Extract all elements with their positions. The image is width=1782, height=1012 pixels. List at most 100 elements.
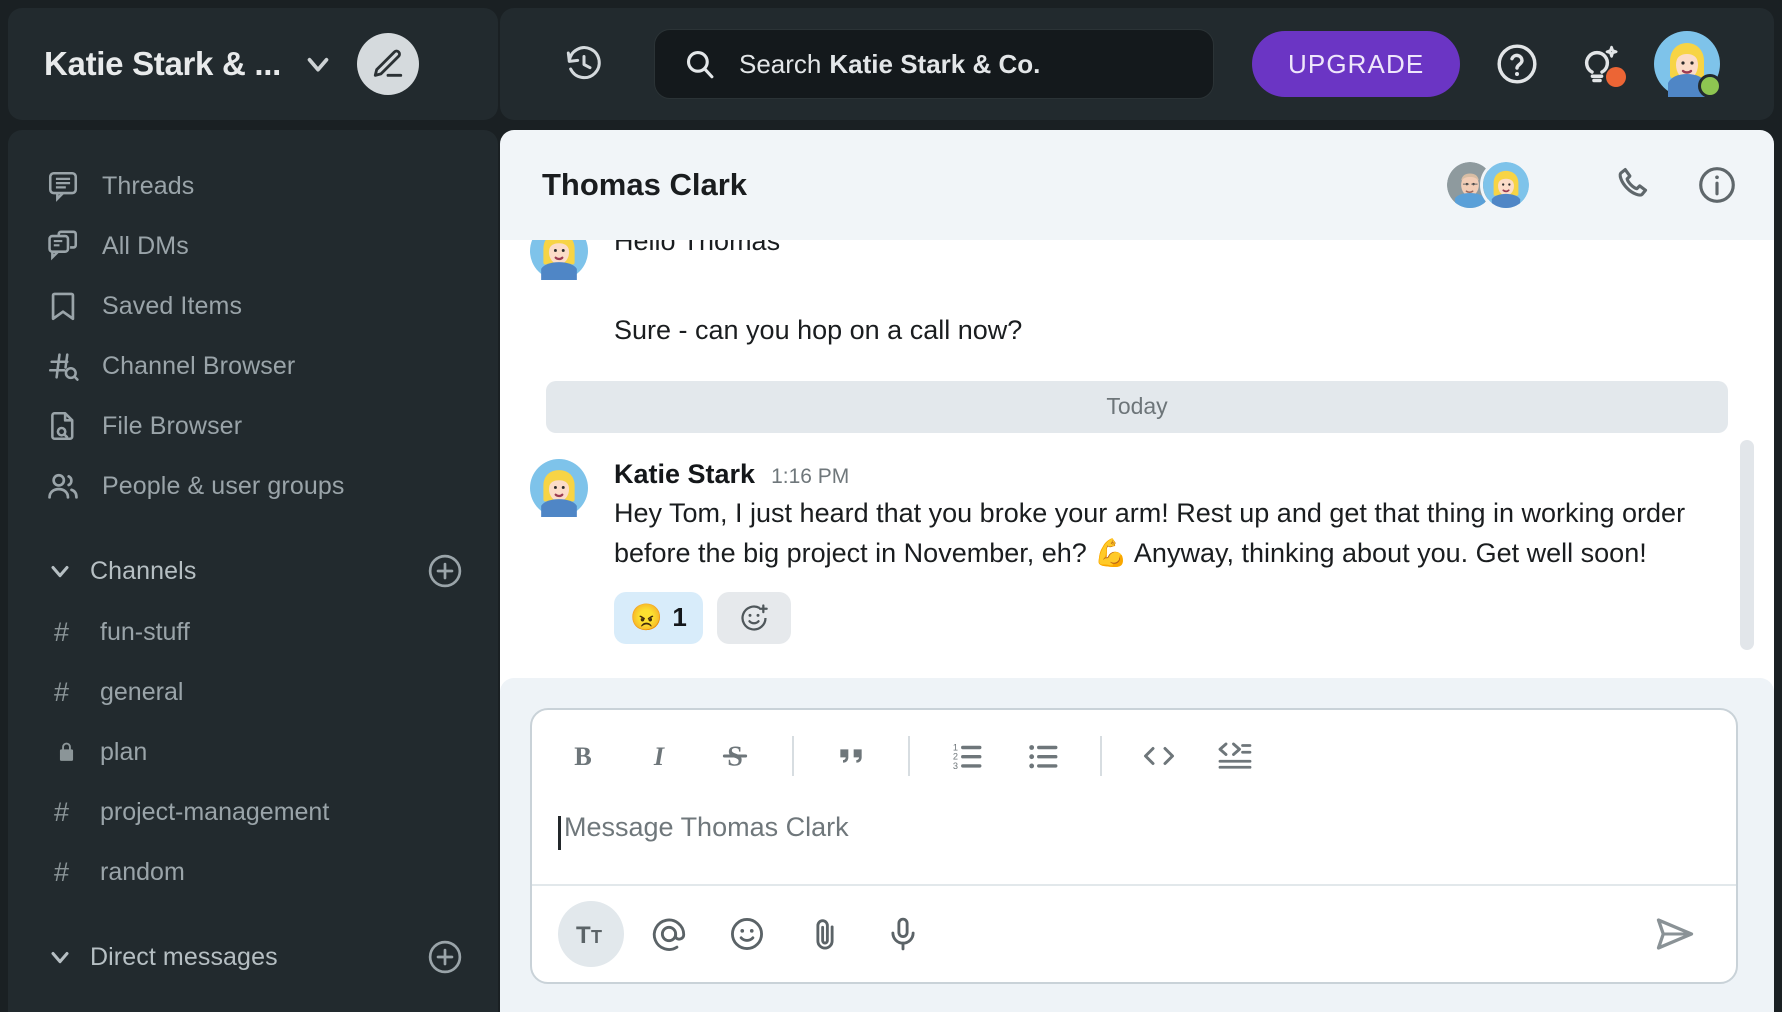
pencil-icon[interactable] <box>357 33 419 95</box>
channels-section-header[interactable]: Channels <box>8 540 498 602</box>
channel-browser-icon <box>46 349 88 383</box>
chevron-down-icon[interactable] <box>46 557 74 585</box>
reaction-chip[interactable]: 😠 1 <box>614 591 703 644</box>
message-item[interactable]: Katie Stark 1:16 PM Hey Tom, I just hear… <box>500 458 1774 644</box>
channel-name: project-management <box>100 797 330 826</box>
date-divider: Today <box>546 380 1728 433</box>
add-dm-button[interactable] <box>426 938 464 976</box>
help-circle-icon[interactable] <box>1494 41 1540 87</box>
sidebar-item-label: Channel Browser <box>102 351 296 380</box>
katie-avatar <box>530 240 588 280</box>
sidebar-item-channel-browser[interactable]: Channel Browser <box>8 336 498 396</box>
sidebar-item-label: File Browser <box>102 411 243 440</box>
message-item[interactable]: Sure - can you hop on a call now? <box>500 311 1774 351</box>
channel-item-fun-stuff[interactable]: # fun-stuff <box>8 602 498 662</box>
chevron-down-icon[interactable] <box>301 47 335 81</box>
upgrade-button[interactable]: UPGRADE <box>1252 31 1461 97</box>
sidebar-item-label: Saved Items <box>102 291 243 320</box>
svg-text:I: I <box>653 742 665 771</box>
bullet-list-icon[interactable] <box>1018 731 1068 781</box>
reaction-count: 1 <box>672 602 687 633</box>
message-composer[interactable]: B I S 123 <box>530 708 1738 984</box>
katie-avatar <box>530 458 588 517</box>
lightbulb-sparkle-icon[interactable] <box>1574 41 1627 87</box>
blockquote-icon[interactable] <box>826 731 876 781</box>
hash-icon: # <box>54 616 70 647</box>
avatar[interactable] <box>1654 31 1723 98</box>
channel-item-project-management[interactable]: # project-management <box>8 782 498 842</box>
channel-name: random <box>100 857 185 886</box>
reaction-bar: 😠 1 <box>614 591 1734 644</box>
avatar-spacer <box>530 311 592 351</box>
code-block-icon[interactable] <box>1210 731 1260 781</box>
channel-item-general[interactable]: # general <box>8 662 498 722</box>
left-column: Katie Stark & ... Threads All DMs Saved … <box>0 0 500 1012</box>
toolbar-divider <box>908 736 910 776</box>
sidebar-item-all-dms[interactable]: All DMs <box>8 216 498 276</box>
sidebar-item-saved-items[interactable]: Saved Items <box>8 276 498 336</box>
avatar <box>530 240 592 285</box>
people-icon <box>46 469 88 503</box>
channel-name: plan <box>100 737 148 766</box>
message-body: Hello Thomas <box>592 240 1734 285</box>
search-icon <box>683 47 717 81</box>
workspace-name: Katie Stark & ... <box>44 45 281 82</box>
search-input[interactable]: Search Katie Stark & Co. <box>654 29 1214 99</box>
hash-icon: # <box>54 676 70 707</box>
sidebar-item-people-user-groups[interactable]: People & user groups <box>8 456 498 516</box>
info-circle-icon[interactable] <box>1696 164 1738 206</box>
svg-text:B: B <box>574 742 592 771</box>
mention-icon[interactable] <box>636 901 702 967</box>
ai-notification-badge <box>1606 67 1627 87</box>
dm-section-title: Direct messages <box>90 942 278 971</box>
italic-icon[interactable]: I <box>634 731 684 781</box>
message-item[interactable]: Hello Thomas <box>500 240 1774 285</box>
search-placeholder: Search Katie Stark & Co. <box>739 48 1041 79</box>
message-input[interactable]: Message Thomas Clark <box>532 802 1736 884</box>
microphone-icon[interactable] <box>870 901 936 967</box>
conversation-header: Thomas Clark <box>500 130 1774 240</box>
channel-item-plan[interactable]: plan <box>8 722 498 782</box>
message-body: Sure - can you hop on a call now? <box>592 311 1734 351</box>
scrollbar[interactable] <box>1740 440 1754 650</box>
sidebar-item-label: All DMs <box>102 231 189 260</box>
message-body: Katie Stark 1:16 PM Hey Tom, I just hear… <box>592 459 1734 644</box>
message-text: Sure - can you hop on a call now? <box>614 315 1023 345</box>
all-dms-icon <box>46 229 88 263</box>
text-cursor <box>558 816 561 850</box>
phone-icon[interactable] <box>1614 164 1656 206</box>
avatar <box>530 458 592 644</box>
add-channel-button[interactable] <box>426 552 464 590</box>
text-format-icon[interactable]: TT <box>558 901 624 967</box>
workspace-header[interactable]: Katie Stark & ... <box>8 8 498 120</box>
member-avatars[interactable] <box>1444 159 1532 211</box>
send-icon[interactable] <box>1640 901 1710 967</box>
dm-section-header[interactable]: Direct messages <box>8 926 498 988</box>
page-title: Thomas Clark <box>542 167 748 202</box>
message-text: Hey Tom, I just heard that you broke you… <box>614 497 1686 568</box>
file-browser-icon <box>46 409 88 443</box>
slack-app-window: Katie Stark & ... Threads All DMs Saved … <box>0 0 1782 1012</box>
code-icon[interactable] <box>1134 731 1184 781</box>
composer-actions: TT <box>532 884 1736 982</box>
history-icon[interactable] <box>554 34 614 94</box>
ordered-list-icon[interactable]: 123 <box>942 731 992 781</box>
bold-icon[interactable]: B <box>558 731 608 781</box>
strikethrough-icon[interactable]: S <box>710 731 760 781</box>
add-reaction-icon[interactable] <box>716 591 791 644</box>
chevron-down-icon[interactable] <box>46 943 74 971</box>
channel-name: fun-stuff <box>100 617 190 646</box>
top-bar: Search Katie Stark & Co. UPGRADE <box>500 8 1774 120</box>
sidebar-item-label: People & user groups <box>102 471 345 500</box>
attachment-icon[interactable] <box>792 901 858 967</box>
sidebar: Threads All DMs Saved Items Channel Brow… <box>8 130 498 1012</box>
message-meta: Katie Stark 1:16 PM <box>614 459 1734 490</box>
channel-item-random[interactable]: # random <box>8 842 498 902</box>
sidebar-item-file-browser[interactable]: File Browser <box>8 396 498 456</box>
message-author[interactable]: Katie Stark <box>614 459 755 490</box>
sidebar-item-threads[interactable]: Threads <box>8 156 498 216</box>
emoji-icon[interactable] <box>714 901 780 967</box>
message-timestamp: 1:16 PM <box>771 464 850 488</box>
composer-container: B I S 123 <box>500 678 1774 1012</box>
threads-icon <box>46 169 88 203</box>
